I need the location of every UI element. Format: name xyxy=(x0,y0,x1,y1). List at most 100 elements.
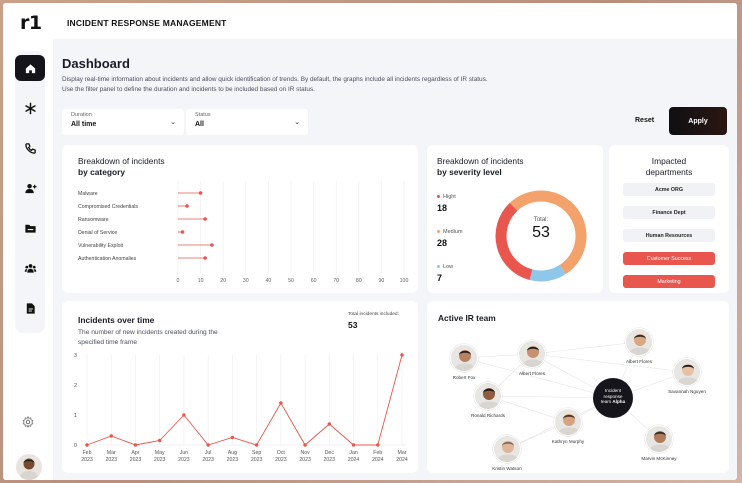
team-center[interactable]: Incident response team Alpha xyxy=(593,378,633,418)
donut-total-value: 53 xyxy=(532,224,550,241)
member-name: Marvin McKinney xyxy=(641,456,677,461)
department-item[interactable]: Acme ORG xyxy=(623,183,715,196)
line-point xyxy=(230,435,235,440)
lollipop-point xyxy=(210,243,214,247)
team-member[interactable]: Marvin McKinney xyxy=(634,425,684,461)
home-icon xyxy=(25,63,35,73)
x-tick-month: Mar xyxy=(107,450,116,456)
team-member[interactable]: Albert Flores xyxy=(614,328,664,364)
x-tick-year: 2024 xyxy=(348,457,360,463)
x-tick-year: 2023 xyxy=(81,457,93,463)
line-point xyxy=(376,443,380,447)
member-avatar xyxy=(625,328,653,356)
sidebar-item-calls[interactable] xyxy=(15,135,45,161)
team-center-line-3: team Alpha xyxy=(593,399,633,405)
departments-title-line-2: departments xyxy=(645,167,693,177)
sidebar-item-reports[interactable] xyxy=(15,295,45,321)
x-tick-year: 2023 xyxy=(154,457,166,463)
team-member[interactable]: Robert Fox xyxy=(439,344,489,380)
x-tick-year: 2023 xyxy=(178,457,190,463)
x-tick-month: Nov xyxy=(300,450,310,456)
x-tick-month: Dec xyxy=(325,450,335,456)
x-tick-label: 100 xyxy=(400,278,409,284)
status-select[interactable]: Status All ⌄ xyxy=(186,109,308,135)
severity-label: Medium xyxy=(437,229,463,235)
x-tick-year: 2024 xyxy=(396,457,408,463)
app-title: INCIDENT RESPONSE MANAGEMENT xyxy=(67,18,227,28)
member-name: Kristin Watson xyxy=(492,466,522,471)
sidebar-item-files[interactable] xyxy=(15,215,45,241)
department-item[interactable]: Human Resources xyxy=(623,229,715,242)
member-avatar xyxy=(645,425,673,453)
lollipop-point xyxy=(185,204,189,208)
lollipop-point xyxy=(198,191,203,195)
department-item[interactable]: Customer Success xyxy=(623,252,715,265)
team-member[interactable]: Ronald Richards xyxy=(463,382,513,418)
team-member[interactable]: Kristin Watson xyxy=(482,435,532,471)
x-tick-month: Jan xyxy=(349,450,357,456)
top-bar: r1 INCIDENT RESPONSE MANAGEMENT xyxy=(3,3,737,39)
timeline-chart: 0123Feb2023Mar2023Apr2023May2023Jun2023J… xyxy=(74,353,408,463)
member-avatar xyxy=(450,344,478,372)
duration-value: All time xyxy=(71,121,97,128)
severity-legend-item: Low 7 xyxy=(437,264,453,283)
department-item[interactable]: Marketing xyxy=(623,275,715,288)
team-member[interactable]: Albert Flores xyxy=(507,340,557,376)
sidebar xyxy=(3,39,53,480)
member-name: Albert Flores xyxy=(625,359,653,364)
duration-label: Duration xyxy=(71,112,92,118)
status-label: Status xyxy=(195,112,211,118)
x-tick-year: 2023 xyxy=(202,457,214,463)
team-center-team-label: team xyxy=(600,399,612,405)
avatar[interactable] xyxy=(16,454,42,480)
apply-button[interactable]: Apply xyxy=(669,107,727,135)
category-label: Authentication Anomalies xyxy=(78,256,137,262)
add-user-icon xyxy=(24,183,37,193)
lollipop-point xyxy=(203,217,207,221)
settings-button[interactable] xyxy=(17,411,39,433)
member-avatar xyxy=(493,435,521,463)
sidebar-item-teams[interactable] xyxy=(15,255,45,281)
sidebar-item-incidents[interactable] xyxy=(15,95,45,121)
x-tick-month: Jun xyxy=(180,450,188,456)
donut-slice xyxy=(529,264,566,282)
lollipop-point xyxy=(203,256,207,260)
sidebar-item-users[interactable] xyxy=(15,175,45,201)
x-tick-year: 2023 xyxy=(251,457,263,463)
x-tick-month: Oct xyxy=(277,450,286,456)
sidebar-item-home[interactable] xyxy=(15,55,45,81)
line-point xyxy=(279,401,283,405)
x-tick-label: 80 xyxy=(356,278,362,284)
category-label: Vulnerability Exploit xyxy=(78,243,124,249)
line-point xyxy=(109,434,113,438)
member-avatar xyxy=(673,358,701,386)
member-name: Robert Fox xyxy=(452,375,476,380)
x-tick-month: Aug xyxy=(228,450,237,456)
timeline-card: Incidents over time The number of new in… xyxy=(62,301,418,473)
departments-card-title: Impacted departments xyxy=(609,156,729,178)
member-avatar xyxy=(474,382,502,410)
duration-select[interactable]: Duration All time ⌄ xyxy=(62,109,184,135)
chevron-down-icon: ⌄ xyxy=(170,119,176,126)
folder-icon xyxy=(24,224,36,233)
x-tick-year: 2023 xyxy=(227,457,239,463)
x-tick-month: Apr xyxy=(131,450,139,456)
x-tick-month: May xyxy=(155,450,165,456)
category-label: Denial of Service xyxy=(78,230,117,236)
x-tick-year: 2023 xyxy=(130,457,142,463)
x-tick-month: Mar xyxy=(398,450,407,456)
category-chart: 0 10 20 30 40 50 60 70 80 90 100 Malware Compromised… xyxy=(78,181,409,284)
donut-total-label: Total: xyxy=(533,217,549,223)
reset-button[interactable]: Reset xyxy=(635,117,654,124)
team-member[interactable]: Savannah Nguyen xyxy=(662,358,712,394)
line-point xyxy=(133,443,138,447)
line-point xyxy=(157,438,162,443)
page-description-line-2: Use the filter panel to define the durat… xyxy=(62,86,315,93)
page-description: Display real-time information about inci… xyxy=(62,75,582,95)
department-item[interactable]: Finance Dept xyxy=(623,206,715,219)
member-name: Savannah Nguyen xyxy=(668,389,706,394)
x-tick-year: 2023 xyxy=(299,457,311,463)
team-member[interactable]: Kathryn Murphy xyxy=(543,408,593,444)
member-avatar xyxy=(554,408,582,436)
team-card: Active IR team Incident response team Al… xyxy=(427,301,729,473)
